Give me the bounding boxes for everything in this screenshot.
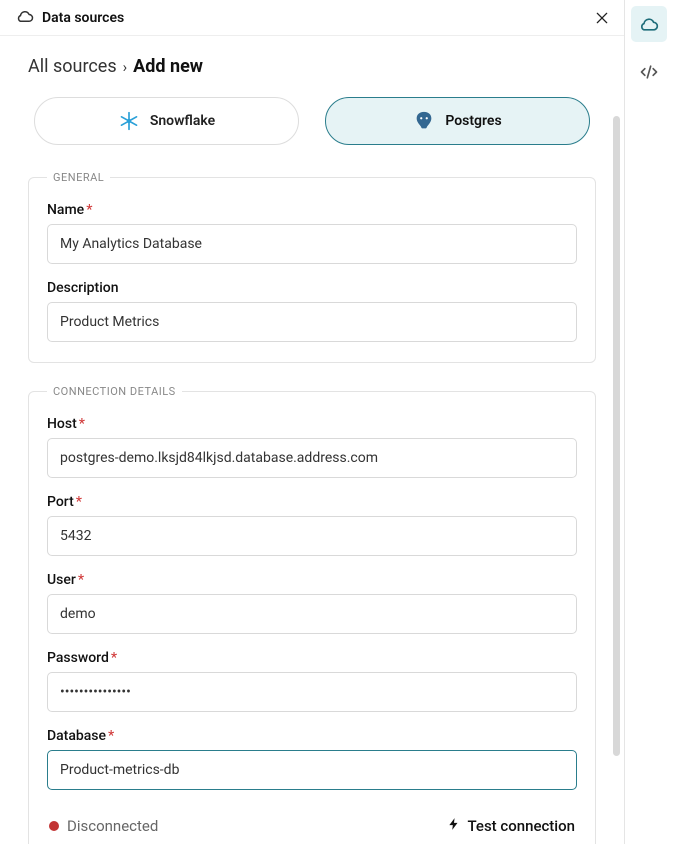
panel-body: All sources › Add new Snowflake Postgres <box>0 36 624 844</box>
input-port[interactable] <box>47 516 577 556</box>
field-database: Database* <box>47 728 577 790</box>
input-host[interactable] <box>47 438 577 478</box>
label-name: Name* <box>47 202 577 218</box>
breadcrumb-all-sources[interactable]: All sources <box>28 56 117 77</box>
label-password: Password* <box>47 650 577 666</box>
label-user: User* <box>47 572 577 588</box>
scrollbar[interactable] <box>613 116 620 756</box>
side-rail <box>625 0 673 844</box>
section-connection-legend: CONNECTION DETAILS <box>47 385 182 398</box>
tab-postgres-label: Postgres <box>445 113 501 129</box>
label-database: Database* <box>47 728 577 744</box>
close-icon[interactable] <box>590 6 614 30</box>
section-connection: CONNECTION DETAILS Host* Port* User* Pas… <box>28 385 596 844</box>
input-password[interactable] <box>47 672 577 712</box>
field-port: Port* <box>47 494 577 556</box>
tab-postgres[interactable]: Postgres <box>325 97 590 145</box>
label-description: Description <box>47 280 577 296</box>
field-password: Password* <box>47 650 577 712</box>
status-label: Disconnected <box>67 817 158 835</box>
bolt-icon <box>447 816 461 836</box>
postgres-icon <box>413 110 435 132</box>
input-user[interactable] <box>47 594 577 634</box>
panel-header: Data sources <box>0 0 624 36</box>
status-dot-icon <box>49 821 59 831</box>
label-port: Port* <box>47 494 577 510</box>
snowflake-icon <box>118 110 140 132</box>
tab-snowflake[interactable]: Snowflake <box>34 97 299 145</box>
test-connection-label: Test connection <box>467 817 575 835</box>
label-host: Host* <box>47 416 577 432</box>
cloud-icon <box>16 7 34 29</box>
scroll-region[interactable]: All sources › Add new Snowflake Postgres <box>0 36 624 844</box>
input-database[interactable] <box>47 750 577 790</box>
section-general-legend: GENERAL <box>47 171 110 184</box>
rail-cloud-button[interactable] <box>631 6 667 42</box>
rail-code-button[interactable] <box>631 54 667 90</box>
test-connection-button[interactable]: Test connection <box>447 816 575 836</box>
field-name: Name* <box>47 202 577 264</box>
breadcrumb: All sources › Add new <box>28 56 596 77</box>
connection-status: Disconnected <box>49 817 158 835</box>
field-description: Description <box>47 280 577 342</box>
panel-title: Data sources <box>42 10 582 26</box>
chevron-right-icon: › <box>123 58 128 76</box>
input-description[interactable] <box>47 302 577 342</box>
tab-snowflake-label: Snowflake <box>150 113 215 129</box>
connection-footer: Disconnected Test connection <box>47 810 577 836</box>
field-user: User* <box>47 572 577 634</box>
section-general: GENERAL Name* Description <box>28 171 596 363</box>
breadcrumb-current: Add new <box>133 56 203 77</box>
main-panel: Data sources All sources › Add new Snowf… <box>0 0 625 844</box>
source-type-tabs: Snowflake Postgres <box>28 97 596 145</box>
input-name[interactable] <box>47 224 577 264</box>
field-host: Host* <box>47 416 577 478</box>
